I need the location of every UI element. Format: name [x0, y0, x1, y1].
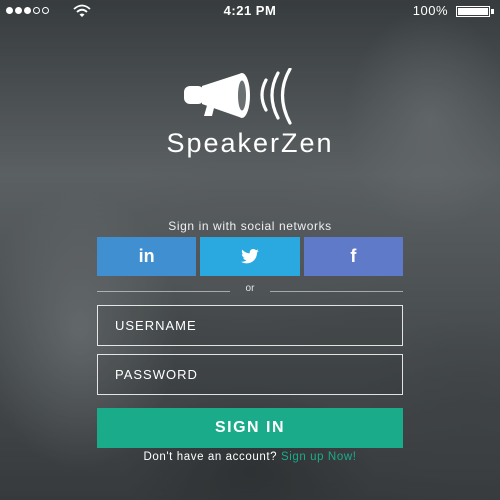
twitter-button[interactable] — [200, 237, 300, 276]
sign-in-label: SIGN IN — [214, 419, 286, 436]
status-bar: 4:21 PM 100% — [0, 0, 500, 22]
username-field[interactable]: USERNAME — [97, 305, 403, 346]
sign-up-link[interactable]: Sign up Now! — [281, 451, 357, 463]
battery-tip — [491, 9, 494, 14]
password-field[interactable]: PASSWORD — [97, 354, 403, 395]
or-divider: or — [97, 283, 403, 297]
signup-prompt: Don't have an account? Sign up Now! — [0, 451, 500, 463]
or-text: or — [245, 283, 255, 294]
linkedin-button[interactable]: in — [97, 237, 197, 276]
facebook-icon: f — [350, 246, 357, 266]
app-name: SpeakerZen — [166, 128, 334, 158]
signup-question: Don't have an account? — [143, 451, 278, 463]
password-placeholder: PASSWORD — [115, 367, 198, 382]
facebook-button[interactable]: f — [303, 237, 403, 276]
sign-in-button[interactable]: SIGN IN — [97, 408, 403, 448]
battery-fill — [458, 8, 488, 15]
divider-line — [270, 291, 403, 292]
linkedin-icon: in — [138, 246, 155, 266]
megaphone-icon — [184, 68, 292, 125]
social-buttons: in f — [97, 237, 403, 276]
battery-icon — [456, 6, 490, 17]
social-signin-label: Sign in with social networks — [168, 219, 332, 233]
username-placeholder: USERNAME — [115, 318, 197, 333]
twitter-icon — [241, 248, 259, 263]
battery-percent: 100% — [412, 3, 448, 18]
